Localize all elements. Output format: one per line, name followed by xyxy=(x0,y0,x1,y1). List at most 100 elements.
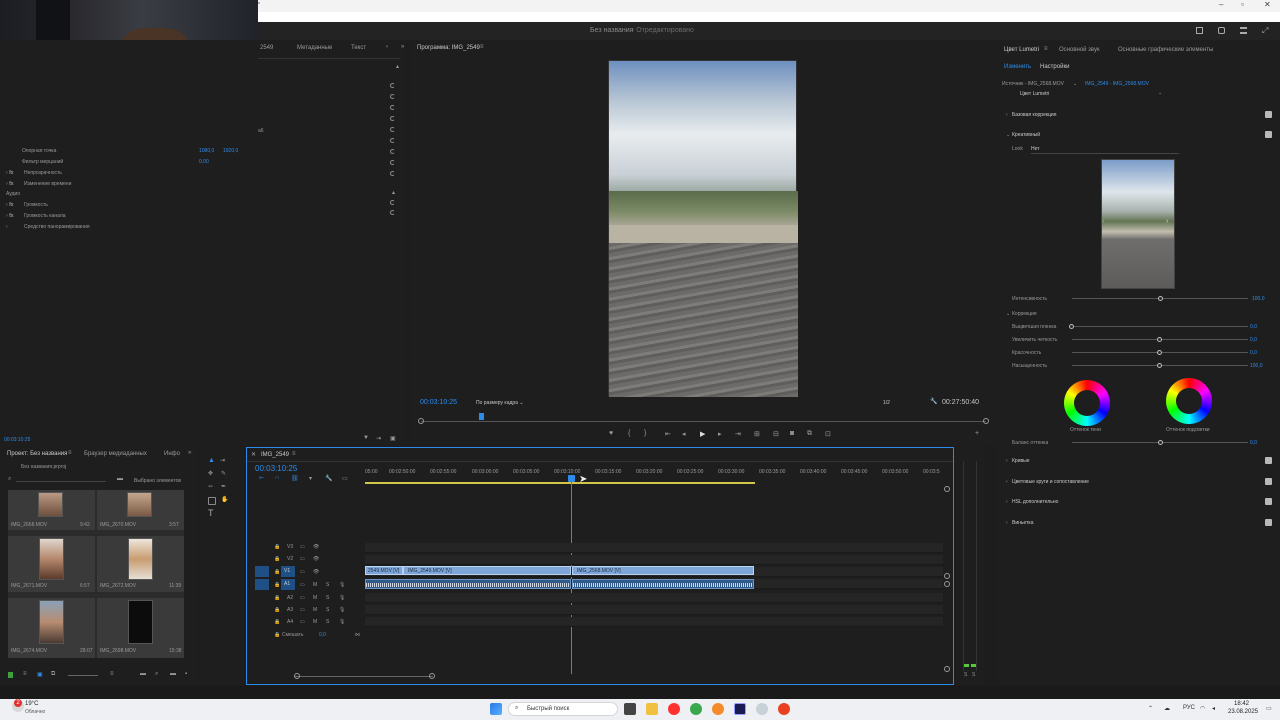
subtab-edit[interactable]: Изменить xyxy=(1004,64,1031,70)
close-tab-icon[interactable]: ✕ xyxy=(251,451,256,458)
panel-menu-icon[interactable]: ≡ xyxy=(480,44,484,50)
playhead-handle[interactable] xyxy=(568,475,575,482)
vr-icon[interactable]: ⊡ xyxy=(825,430,831,438)
lock-icon[interactable]: 🔒 xyxy=(274,569,280,575)
media-item[interactable]: IMG_2670.MOV 3:57 xyxy=(97,490,184,530)
time-ruler[interactable]: 05:00 00:02:50:00 00:02:55:00 00:03:00:0… xyxy=(365,465,945,485)
razor-icon[interactable]: ✎ xyxy=(221,470,226,477)
yandex-icon[interactable] xyxy=(668,703,680,715)
section-hsl[interactable]: › HSL дополнительно xyxy=(1006,495,1272,509)
pencil-icon[interactable] xyxy=(8,672,13,678)
flicker-value[interactable]: 0,00 xyxy=(199,159,209,165)
reset-icon[interactable] xyxy=(390,200,395,205)
track-lane-a2[interactable] xyxy=(365,593,943,603)
slider-value[interactable]: 0,0 xyxy=(1250,324,1257,330)
mix-value[interactable]: 0,0 xyxy=(319,632,326,638)
slider-value[interactable]: 100,0 xyxy=(1250,363,1263,369)
slider-knob[interactable] xyxy=(1157,363,1162,368)
track-select-icon[interactable]: ⇥ xyxy=(220,457,225,464)
video-frame[interactable] xyxy=(608,60,798,397)
icon-view-icon[interactable]: ▣ xyxy=(37,671,43,678)
mute-icon[interactable]: M xyxy=(313,607,317,613)
nest-icon[interactable]: ⟜ xyxy=(259,475,264,482)
sharpen-slider[interactable] xyxy=(1072,337,1248,342)
zoom-slider[interactable] xyxy=(68,675,98,676)
lock-icon[interactable]: 🔒 xyxy=(274,556,280,562)
reset-icon[interactable] xyxy=(390,171,395,176)
fit-dropdown[interactable]: По размеру кадра ⌄ xyxy=(476,400,524,406)
compare-icon[interactable]: ⧉ xyxy=(807,430,812,438)
reset-icon[interactable] xyxy=(390,94,395,99)
collapse-icon[interactable]: ▴ xyxy=(396,63,399,70)
settings-icon[interactable]: ▣ xyxy=(390,435,396,442)
mic-icon[interactable]: 🎙 xyxy=(339,607,345,613)
shadow-color-wheel[interactable] xyxy=(1064,380,1110,426)
export-icon[interactable]: ⇥ xyxy=(376,435,381,442)
media-item[interactable]: IMG_2668.MOV 9:42 xyxy=(8,490,95,530)
section-checkbox[interactable] xyxy=(1265,457,1272,464)
effect-timecode[interactable]: 00:03:10:25 xyxy=(4,437,30,443)
pen-icon[interactable]: ✒ xyxy=(221,483,226,490)
lock-icon[interactable]: 🔒 xyxy=(274,619,280,625)
reset-icon[interactable] xyxy=(390,138,395,143)
tab-essential-sound[interactable]: Основной звук xyxy=(1059,47,1100,53)
volume-icon[interactable]: ◂ xyxy=(1212,705,1215,712)
lock-icon[interactable]: 🔒 xyxy=(274,544,280,550)
video-clip[interactable]: IMG_2549.MOV [V] xyxy=(403,566,571,575)
settings-wrench-icon[interactable]: 🔧 xyxy=(325,475,332,482)
section-color-wheels[interactable]: › Цветовые круги и сопоставление xyxy=(1006,475,1272,489)
mix-end-icon[interactable]: ⋈ xyxy=(355,632,360,638)
reset-icon[interactable] xyxy=(390,83,395,88)
slider-knob[interactable] xyxy=(1157,337,1162,342)
clock-time[interactable]: 18:42 xyxy=(1234,701,1249,707)
minimize-button[interactable]: – xyxy=(1219,0,1223,9)
tab-project[interactable]: Проект: Без названия xyxy=(7,451,67,457)
saturation-slider[interactable] xyxy=(1072,363,1248,368)
workspace-icon[interactable] xyxy=(1196,27,1203,34)
out-point-icon[interactable]: } xyxy=(644,430,646,437)
reset-icon[interactable] xyxy=(390,160,395,165)
track-height-handle[interactable] xyxy=(944,581,950,587)
extract-icon[interactable]: ⊟ xyxy=(773,430,779,438)
panel-menu-icon[interactable]: ≡ xyxy=(68,450,72,456)
type-tool-icon[interactable]: T xyxy=(208,508,214,518)
mic-icon[interactable]: 🎙 xyxy=(339,582,345,588)
slider-knob[interactable] xyxy=(1158,440,1163,445)
lumetri-source-sequence[interactable]: IMG_2549 - IMG_2568.MOV xyxy=(1085,81,1149,87)
premiere-icon[interactable] xyxy=(734,703,746,715)
menu-icon[interactable] xyxy=(1240,27,1247,34)
find-icon[interactable]: ⌕ xyxy=(155,671,158,678)
section-vignette[interactable]: › Виньетка xyxy=(1006,516,1272,530)
scrub-end-handle[interactable] xyxy=(983,418,989,424)
mute-icon[interactable]: M xyxy=(313,619,317,625)
eye-icon[interactable]: 👁 xyxy=(313,544,319,550)
solo-icon[interactable]: S xyxy=(326,595,329,601)
camera-icon[interactable]: ◙ xyxy=(790,430,794,437)
solo-icon[interactable]: S xyxy=(326,619,329,625)
track-lane-v2[interactable] xyxy=(365,555,943,565)
chevron-right-icon[interactable]: › xyxy=(1166,218,1168,225)
file-explorer-icon[interactable] xyxy=(646,703,658,715)
section-checkbox[interactable] xyxy=(1265,519,1272,526)
section-creative[interactable]: ⌄ Креативный xyxy=(1006,128,1272,142)
app-icon[interactable] xyxy=(712,703,724,715)
reset-icon[interactable] xyxy=(390,105,395,110)
close-button[interactable]: ✕ xyxy=(1264,0,1271,9)
anchor-x-value[interactable]: 1080,0 xyxy=(199,148,214,154)
source-patch-a1[interactable] xyxy=(255,579,269,590)
slider-knob[interactable] xyxy=(1069,324,1074,329)
reset-icon[interactable] xyxy=(390,210,395,215)
settings-icon[interactable] xyxy=(756,703,768,715)
metadata-tab[interactable]: Метаданные xyxy=(297,45,332,51)
go-to-in-icon[interactable]: ⇤ xyxy=(665,430,671,438)
cloud-icon[interactable]: ☁ xyxy=(1164,705,1170,712)
notifications-icon[interactable]: ▭ xyxy=(1266,705,1272,712)
linked-selection-icon[interactable]: ⛓ xyxy=(291,475,299,482)
tab-essential-graphics[interactable]: Основные графические элементы xyxy=(1118,47,1213,53)
wrench-icon[interactable]: 🔧 xyxy=(930,398,937,405)
section-checkbox[interactable] xyxy=(1265,111,1272,118)
track-lane-a3[interactable] xyxy=(365,605,943,615)
folder-icon[interactable]: ▬ xyxy=(117,476,123,482)
eye-icon[interactable]: 👁 xyxy=(313,556,319,562)
language-indicator[interactable]: РУС xyxy=(1183,705,1195,711)
